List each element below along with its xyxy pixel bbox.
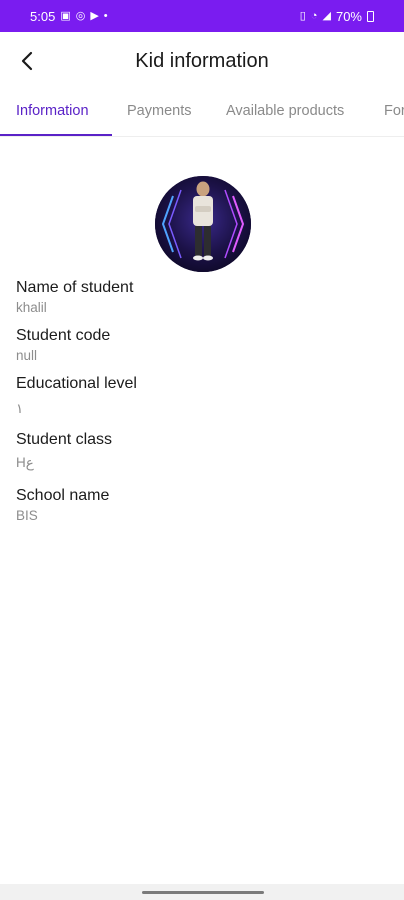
field-value: ١: [16, 401, 24, 416]
status-left: 5:05 ▣ ◎ ▶ •: [30, 9, 108, 24]
status-time: 5:05: [30, 8, 56, 24]
field-label: Name of student: [16, 279, 134, 296]
status-bar: 5:05 ▣ ◎ ▶ • ▯ ◔ ◢ 70%: [0, 0, 404, 32]
field-value: null: [16, 348, 38, 363]
field-label: Student code: [16, 327, 111, 344]
field-name: Name of student khalil: [16, 278, 133, 317]
tab-information[interactable]: Information: [16, 90, 89, 134]
page-title: Kid information: [135, 49, 269, 72]
tab-for[interactable]: For: [384, 90, 404, 134]
student-photo: [155, 176, 251, 272]
field-label: Student class: [16, 431, 113, 448]
field-school-name: School name BIS: [16, 486, 109, 525]
tabs-divider: [0, 136, 404, 137]
whatsapp-icon: ◎: [75, 9, 86, 22]
dot-icon: •: [103, 9, 108, 22]
youtube-icon: ▶: [90, 9, 99, 22]
signal-icon: ◢: [322, 9, 331, 22]
field-student-class: Student class Hع: [16, 430, 112, 472]
back-button[interactable]: [8, 41, 48, 81]
field-value: Hع: [16, 455, 34, 470]
battery-icon: [367, 10, 374, 22]
tab-bar: Information Payments Available products …: [0, 90, 404, 136]
status-right: ▯ ◔ ◢ 70%: [300, 9, 374, 24]
home-indicator[interactable]: [142, 891, 264, 894]
image-icon: ▣: [60, 9, 71, 22]
avatar: [155, 176, 251, 272]
battery-text: 70%: [335, 8, 362, 24]
vibrate-icon: ▯: [299, 9, 306, 22]
tab-available-products[interactable]: Available products: [226, 90, 344, 134]
tab-payments[interactable]: Payments: [127, 90, 191, 134]
field-educational-level: Educational level ١: [16, 374, 137, 418]
app-bar: Kid information: [0, 32, 404, 90]
field-value: khalil: [16, 300, 47, 315]
field-value: BIS: [16, 508, 38, 523]
field-label: Educational level: [16, 375, 137, 392]
arrow-left-icon: [21, 51, 33, 71]
field-label: School name: [16, 487, 110, 504]
field-student-code: Student code null: [16, 326, 110, 365]
wifi-icon: ◔: [310, 9, 318, 22]
